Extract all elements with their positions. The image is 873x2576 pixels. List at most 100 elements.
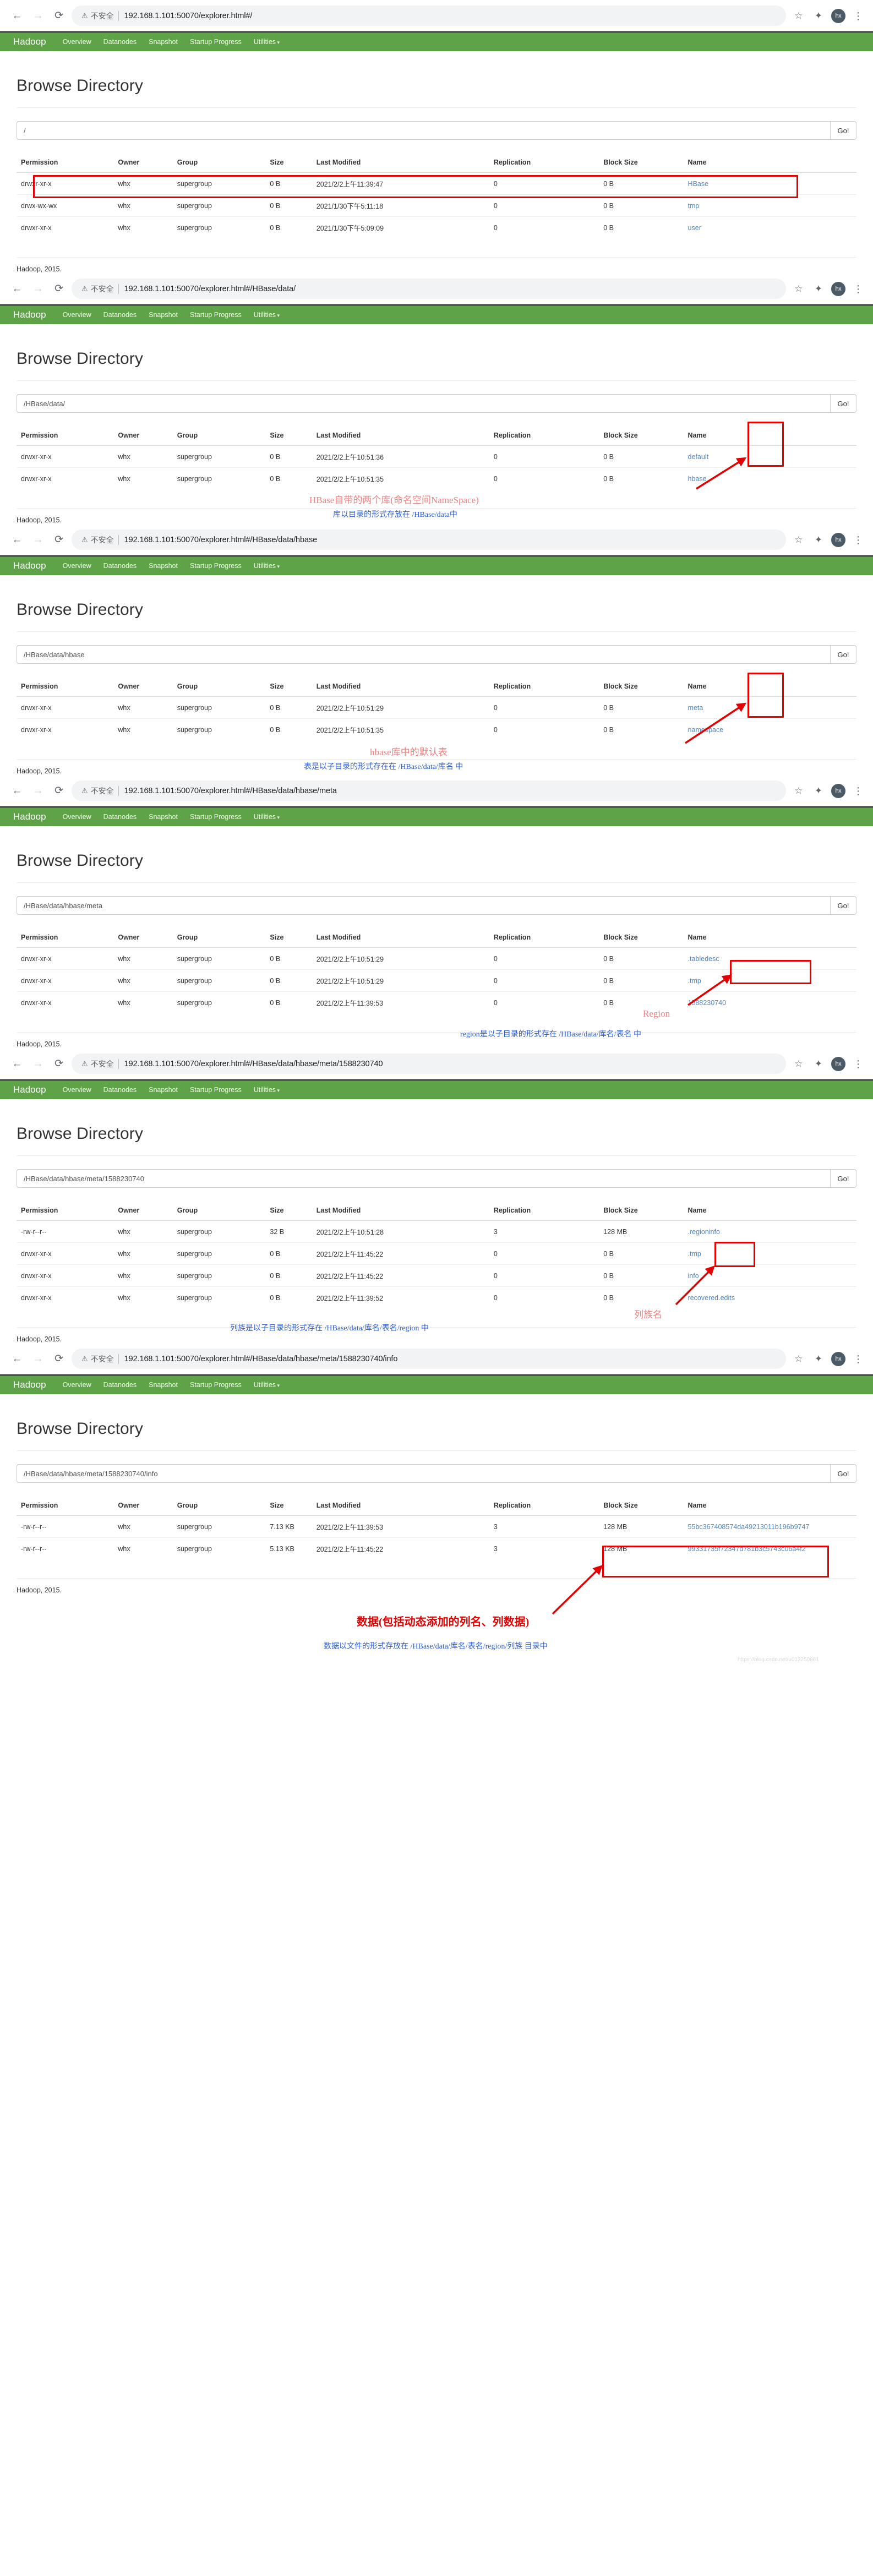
url-text[interactable]: 192.168.1.101:50070/explorer.html#/HBase… [124, 787, 337, 795]
insecure-label[interactable]: 不安全 [91, 1354, 114, 1365]
avatar[interactable]: hx [831, 1056, 845, 1071]
hadoop-brand[interactable]: Hadoop [13, 36, 46, 47]
avatar[interactable]: hx [831, 8, 845, 23]
row-name-link[interactable]: info [683, 1264, 856, 1287]
col-group[interactable]: Group [172, 1498, 266, 1516]
go-button[interactable]: Go! [830, 896, 856, 915]
col-owner[interactable]: Owner [113, 1203, 173, 1221]
insecure-label[interactable]: 不安全 [91, 534, 114, 545]
reload-icon[interactable]: ⟳ [50, 1055, 68, 1073]
directory-path-input[interactable]: /HBase/data/hbase [17, 645, 830, 664]
back-icon[interactable]: ← [8, 531, 26, 549]
back-icon[interactable]: ← [8, 782, 26, 800]
hadoop-brand[interactable]: Hadoop [13, 309, 46, 320]
nav-link-datanodes[interactable]: Datanodes [103, 311, 137, 319]
forward-icon[interactable]: → [29, 7, 47, 25]
nav-link-overview[interactable]: Overview [63, 1086, 91, 1094]
col-name[interactable]: Name [683, 679, 856, 697]
nav-link-startup-progress[interactable]: Startup Progress [190, 813, 242, 821]
col-size[interactable]: Size [265, 428, 312, 446]
col-group[interactable]: Group [172, 155, 266, 173]
col-group[interactable]: Group [172, 930, 266, 948]
nav-link-snapshot[interactable]: Snapshot [149, 562, 178, 570]
go-button[interactable]: Go! [830, 645, 856, 664]
avatar[interactable]: hx [831, 1351, 845, 1366]
browser-menu-icon[interactable]: ⋮ [851, 1057, 865, 1071]
nav-link-startup-progress[interactable]: Startup Progress [190, 311, 242, 319]
nav-link-overview[interactable]: Overview [63, 1381, 91, 1389]
browser-menu-icon[interactable]: ⋮ [851, 9, 865, 23]
col-permission[interactable]: Permission [17, 428, 114, 446]
row-name-link[interactable]: .regioninfo [684, 1220, 856, 1243]
bookmark-star-icon[interactable]: ☆ [792, 784, 806, 798]
col-group[interactable]: Group [172, 428, 266, 446]
col-last-modified[interactable]: Last Modified [312, 155, 489, 173]
file-link[interactable]: 55bc367408574da49213011b196b9747 [688, 1523, 810, 1531]
nav-link-overview[interactable]: Overview [63, 311, 91, 319]
bookmark-star-icon[interactable]: ☆ [792, 533, 806, 547]
col-size[interactable]: Size [265, 1498, 312, 1516]
file-link[interactable]: namespace [688, 726, 724, 734]
row-name-link[interactable]: 55bc367408574da49213011b196b9747 [684, 1515, 856, 1538]
file-link[interactable]: 1588230740 [688, 999, 727, 1007]
nav-link-snapshot[interactable]: Snapshot [149, 1086, 178, 1094]
row-name-link[interactable]: HBase [684, 172, 856, 195]
nav-link-datanodes[interactable]: Datanodes [103, 38, 137, 46]
url-text[interactable]: 192.168.1.101:50070/explorer.html#/HBase… [124, 285, 296, 293]
col-last-modified[interactable]: Last Modified [312, 428, 489, 446]
col-permission[interactable]: Permission [17, 155, 114, 173]
bookmark-star-icon[interactable]: ☆ [792, 1352, 806, 1366]
bookmark-star-icon[interactable]: ☆ [792, 9, 806, 23]
col-size[interactable]: Size [265, 1203, 312, 1221]
row-name-link[interactable]: 1588230740 [683, 991, 856, 1013]
col-group[interactable]: Group [172, 1203, 266, 1221]
go-button[interactable]: Go! [830, 1464, 856, 1483]
nav-link-startup-progress[interactable]: Startup Progress [190, 562, 242, 570]
extensions-icon[interactable]: ✦ [811, 1352, 826, 1366]
row-name-link[interactable]: 99331735f72347d781b3c5743c06a4f2 [683, 1537, 856, 1559]
forward-icon[interactable]: → [29, 1055, 47, 1073]
back-icon[interactable]: ← [8, 1350, 26, 1368]
address-bar[interactable]: ⚠ 不安全 192.168.1.101:50070/explorer.html#… [72, 1054, 786, 1074]
forward-icon[interactable]: → [29, 782, 47, 800]
hadoop-brand[interactable]: Hadoop [13, 1084, 46, 1095]
col-owner[interactable]: Owner [113, 930, 173, 948]
col-name[interactable]: Name [683, 930, 856, 948]
nav-link-startup-progress[interactable]: Startup Progress [190, 38, 242, 46]
go-button[interactable]: Go! [830, 1169, 856, 1188]
nav-link-utilities[interactable]: Utilities [254, 38, 280, 46]
go-button[interactable]: Go! [830, 121, 856, 140]
nav-link-datanodes[interactable]: Datanodes [103, 1381, 137, 1389]
col-owner[interactable]: Owner [113, 428, 173, 446]
nav-link-datanodes[interactable]: Datanodes [103, 562, 137, 570]
nav-link-utilities[interactable]: Utilities [254, 813, 280, 821]
reload-icon[interactable]: ⟳ [50, 782, 68, 800]
directory-path-input[interactable]: /HBase/data/hbase/meta/1588230740/info [17, 1464, 830, 1483]
directory-path-input[interactable]: /HBase/data/hbase/meta [17, 896, 830, 915]
nav-link-datanodes[interactable]: Datanodes [103, 1086, 137, 1094]
forward-icon[interactable]: → [29, 280, 47, 298]
file-link[interactable]: info [688, 1272, 699, 1280]
col-permission[interactable]: Permission [17, 1203, 114, 1221]
file-link[interactable]: default [688, 453, 709, 461]
col-block-size[interactable]: Block Size [599, 679, 684, 697]
col-last-modified[interactable]: Last Modified [312, 1498, 489, 1516]
avatar[interactable]: hx [831, 532, 845, 547]
col-name[interactable]: Name [683, 1203, 856, 1221]
col-replication[interactable]: Replication [489, 1203, 599, 1221]
col-replication[interactable]: Replication [489, 930, 599, 948]
address-bar[interactable]: ⚠ 不安全 192.168.1.101:50070/explorer.html#… [72, 530, 786, 550]
nav-link-utilities[interactable]: Utilities [254, 1381, 280, 1389]
url-text[interactable]: 192.168.1.101:50070/explorer.html#/HBase… [124, 1355, 398, 1363]
file-link[interactable]: .tmp [688, 977, 701, 985]
forward-icon[interactable]: → [29, 1350, 47, 1368]
extensions-icon[interactable]: ✦ [811, 533, 826, 547]
nav-link-overview[interactable]: Overview [63, 562, 91, 570]
col-owner[interactable]: Owner [113, 1498, 173, 1516]
file-link[interactable]: user [688, 224, 701, 232]
file-link[interactable]: 99331735f72347d781b3c5743c06a4f2 [688, 1545, 806, 1553]
insecure-label[interactable]: 不安全 [91, 10, 114, 21]
col-block-size[interactable]: Block Size [599, 1498, 684, 1516]
row-name-link[interactable]: meta [684, 696, 856, 719]
browser-menu-icon[interactable]: ⋮ [851, 784, 865, 798]
